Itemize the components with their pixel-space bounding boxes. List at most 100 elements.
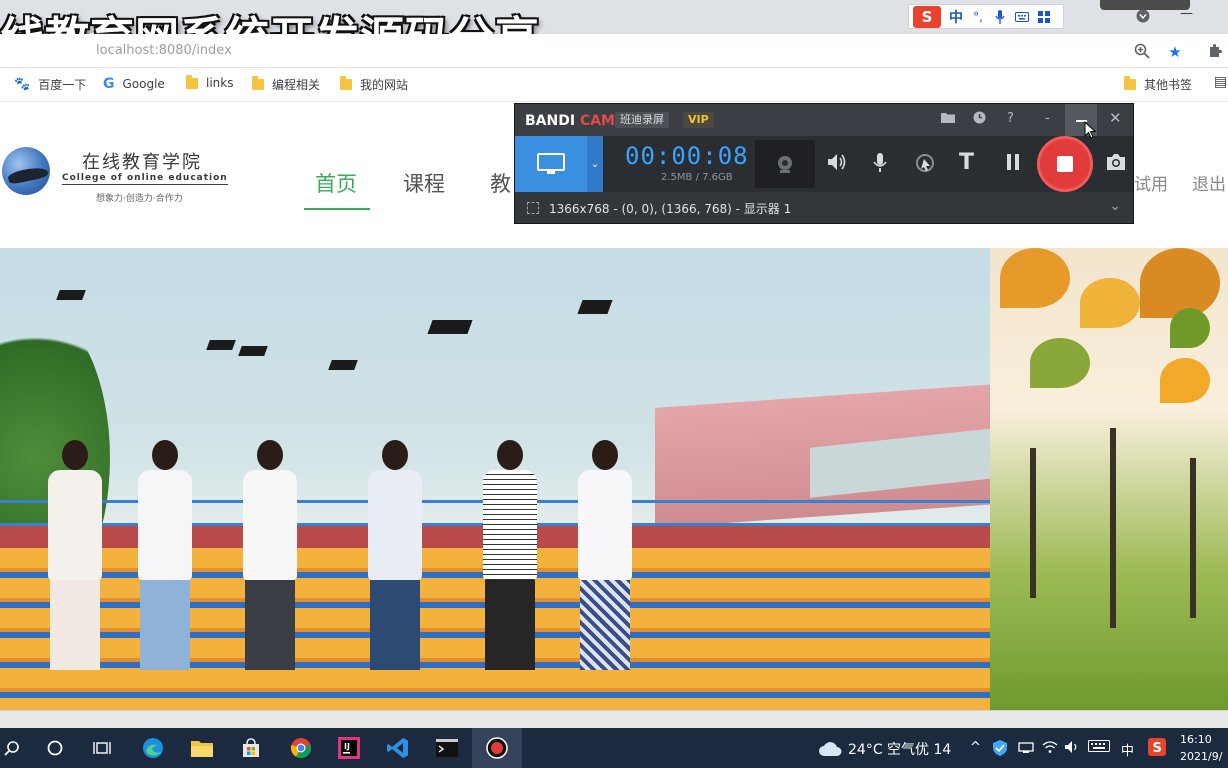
punctuation-icon[interactable]: °, xyxy=(971,10,985,24)
volume-icon[interactable] xyxy=(1064,740,1080,758)
bookmark-google[interactable]: G Google xyxy=(103,76,165,92)
tray-expand-icon[interactable]: ^ xyxy=(970,740,981,755)
nav-item-courses[interactable]: 课程 xyxy=(403,168,445,198)
capture-area-info[interactable]: 1366x768 - (0, 0), (1366, 768) - 显示器 1 ⌄ xyxy=(515,192,1133,223)
student-figure xyxy=(235,440,305,670)
vscode-icon[interactable] xyxy=(386,736,410,760)
close-icon[interactable]: ✕ xyxy=(1109,109,1122,127)
microphone-icon[interactable] xyxy=(993,9,1007,24)
bookmark-folder-other[interactable]: 其他书签 xyxy=(1124,76,1192,93)
student-figure xyxy=(130,440,200,670)
student-figure xyxy=(360,440,430,670)
baidu-paw-icon: 🐾 xyxy=(14,77,31,92)
leaf-shape xyxy=(1170,308,1210,348)
keyboard-icon[interactable] xyxy=(1015,10,1029,24)
logo-slogan: 想象力·创造力·合作力 xyxy=(96,194,183,204)
logo-globe-icon[interactable] xyxy=(2,147,50,195)
bookmark-label: 百度一下 xyxy=(38,78,87,92)
ime-toolbar[interactable]: S 中 °, xyxy=(908,4,1064,29)
graduation-cap-icon xyxy=(328,360,358,370)
logout-link[interactable]: 退出 xyxy=(1192,170,1226,195)
chrome-browser-icon[interactable] xyxy=(289,736,313,760)
wifi-icon[interactable] xyxy=(1042,740,1058,758)
ime-language-toggle[interactable]: 中 xyxy=(949,7,963,27)
search-icon[interactable] xyxy=(0,736,24,760)
bookmark-star-icon[interactable]: ★ xyxy=(1166,43,1184,61)
clock-icon[interactable] xyxy=(973,111,986,128)
monitor-icon xyxy=(537,153,565,174)
bookmark-label: links xyxy=(206,76,234,90)
logo-name[interactable]: 在线教育学院 xyxy=(82,148,202,174)
hero-banner-image[interactable] xyxy=(0,248,990,710)
webcam-overlay-button[interactable] xyxy=(755,140,815,188)
capture-area-checkbox[interactable] xyxy=(527,202,539,214)
intellij-idea-icon[interactable]: IJ xyxy=(337,736,361,760)
windows-taskbar: IJ 24°C 空气优 14 ^ 中 S 16:10 2021/9/ xyxy=(0,728,1228,768)
cursor-effect-icon[interactable] xyxy=(915,153,935,178)
keyboard-icon[interactable] xyxy=(1088,740,1110,756)
url-text[interactable]: localhost:8080/index xyxy=(96,43,232,58)
file-explorer-icon[interactable] xyxy=(190,736,214,760)
bandicam-titlebar[interactable]: BANDI CAM 班迪录屏 VIP ? - ✕ xyxy=(515,104,1133,136)
zoom-icon[interactable] xyxy=(1133,43,1151,61)
security-shield-icon[interactable] xyxy=(992,740,1008,760)
settings-dot-icon[interactable]: - xyxy=(1045,111,1050,126)
webcam-icon xyxy=(778,156,792,173)
chevron-down-icon[interactable]: ⌄ xyxy=(1109,198,1121,214)
help-icon[interactable]: ? xyxy=(1007,111,1014,126)
toolbox-grid-icon[interactable] xyxy=(1037,10,1051,24)
microsoft-store-icon[interactable] xyxy=(239,736,263,760)
folder-icon[interactable] xyxy=(941,111,955,127)
bandicam-record-icon[interactable] xyxy=(485,736,509,760)
clock-date: 2021/9/ xyxy=(1180,750,1223,763)
pause-icon[interactable] xyxy=(1005,153,1021,176)
bookmark-label: 其他书签 xyxy=(1144,78,1193,92)
screenshot-camera-icon[interactable] xyxy=(1105,153,1127,176)
graduation-cap-icon xyxy=(206,340,236,350)
bookmark-label: 编程相关 xyxy=(272,78,321,92)
side-banner-image[interactable] xyxy=(990,248,1228,710)
sogou-ime-icon[interactable]: S xyxy=(913,5,941,28)
system-clock[interactable]: 16:10 2021/9/ xyxy=(1180,731,1222,765)
bandicam-controls: ⌄ 00:00:08 2.5MB / 7.6GB T xyxy=(515,136,1133,192)
bookmark-label: Google xyxy=(122,77,165,91)
screen-mode-button[interactable] xyxy=(515,136,587,192)
page-bottom-strip xyxy=(0,710,1228,728)
sogou-tray-icon[interactable]: S xyxy=(1148,738,1166,760)
graduation-cap-icon xyxy=(427,320,473,334)
cortana-icon[interactable] xyxy=(43,736,67,760)
microphone-icon[interactable] xyxy=(873,153,887,178)
svg-text:S: S xyxy=(1153,741,1162,756)
window-minimize-icon[interactable]: — xyxy=(1180,6,1193,21)
bookmark-baidu[interactable]: 🐾 百度一下 xyxy=(14,76,86,93)
recording-timer: 00:00:08 xyxy=(625,142,749,170)
nav-item-home[interactable]: 首页 xyxy=(315,168,357,198)
trial-link[interactable]: 试用 xyxy=(1134,170,1168,195)
vip-badge[interactable]: VIP xyxy=(683,112,714,128)
task-view-icon[interactable] xyxy=(90,736,114,760)
bookmark-folder-programming[interactable]: 编程相关 xyxy=(252,76,320,93)
speaker-icon[interactable] xyxy=(827,153,847,176)
bandicam-recorder-window[interactable]: BANDI CAM 班迪录屏 VIP ? - ✕ ⌄ 00:00:08 2.5M… xyxy=(514,103,1134,224)
clock-time: 16:10 xyxy=(1180,733,1212,746)
leaf-shape xyxy=(1140,248,1220,318)
bookmark-label: 我的网站 xyxy=(360,78,409,92)
stop-recording-button[interactable] xyxy=(1037,136,1093,192)
extensions-puzzle-icon[interactable] xyxy=(1206,43,1224,61)
weather-widget[interactable]: 24°C 空气优 14 xyxy=(818,739,951,759)
bookmark-folder-links[interactable]: links xyxy=(186,74,234,90)
terminal-icon[interactable] xyxy=(435,736,459,760)
capture-area-text: 1366x768 - (0, 0), (1366, 768) - 显示器 1 xyxy=(549,202,792,216)
mode-dropdown-icon[interactable]: ⌄ xyxy=(587,136,603,192)
text-overlay-icon[interactable]: T xyxy=(959,150,974,175)
input-method-indicator[interactable]: 中 xyxy=(1121,740,1134,759)
folder-icon xyxy=(186,74,198,89)
network-device-icon[interactable] xyxy=(1018,740,1034,758)
reading-list-icon[interactable]: ▤ xyxy=(1214,74,1227,90)
recording-file-size: 2.5MB / 7.6GB xyxy=(661,172,733,183)
edge-browser-icon[interactable] xyxy=(141,736,165,760)
tree-trunk-shape xyxy=(1110,428,1116,628)
nav-item-teachers[interactable]: 教 xyxy=(490,168,511,198)
bookmark-folder-mysite[interactable]: 我的网站 xyxy=(340,76,408,93)
profile-dropdown-icon[interactable] xyxy=(1136,9,1150,27)
